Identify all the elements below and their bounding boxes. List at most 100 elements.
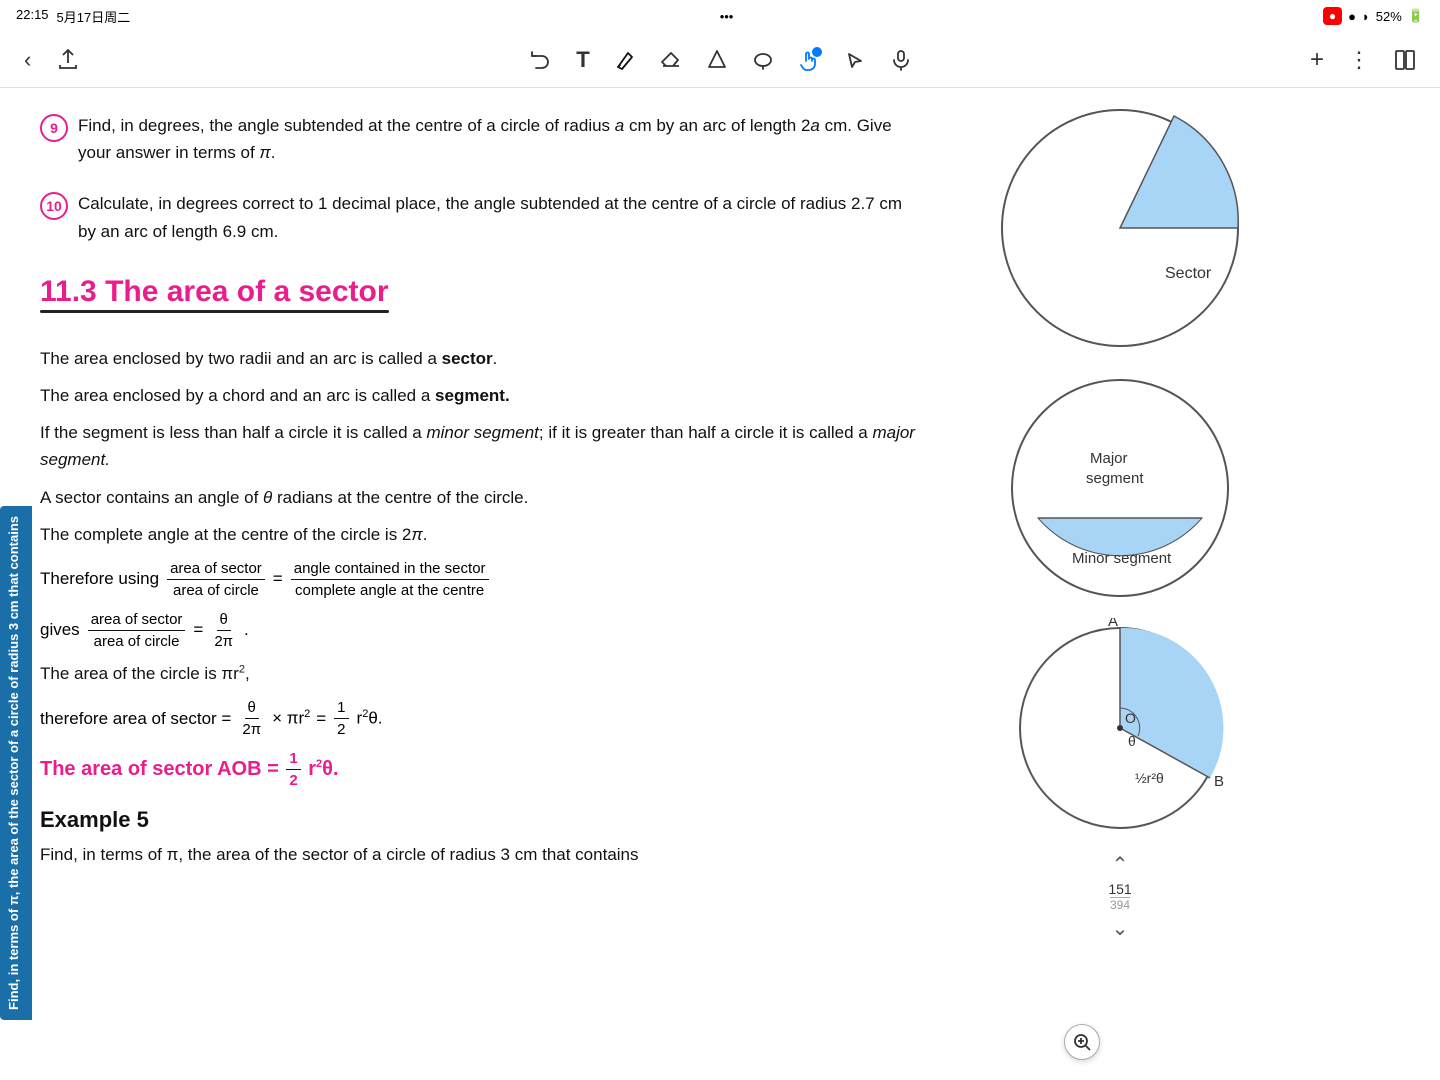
problem-10: 10 Calculate, in degrees correct to 1 de… bbox=[40, 190, 920, 254]
fraction-half: 1 2 bbox=[334, 697, 348, 740]
active-tool-indicator bbox=[812, 47, 822, 57]
frac-num-3: area of sector bbox=[88, 609, 186, 631]
record-indicator: ● bbox=[1323, 7, 1342, 25]
page-down-button[interactable]: ⌄ bbox=[1112, 916, 1129, 941]
d3-formula-label: ½r²θ bbox=[1135, 770, 1164, 786]
eraser-tool-button[interactable] bbox=[656, 45, 686, 75]
diagram-3-wrap: O θ ½r²θ A B bbox=[980, 618, 1260, 838]
section-heading: 11.3 The area of a sector bbox=[40, 275, 389, 309]
right-panel: Sector Major segment Minor segment bbox=[960, 88, 1280, 1080]
diagram-1-svg: Sector bbox=[990, 98, 1250, 358]
d3-b-label: B bbox=[1214, 773, 1224, 790]
diagram-1-wrap: Sector bbox=[990, 98, 1250, 358]
heading-underline bbox=[40, 310, 389, 313]
frac-num-5: θ bbox=[245, 697, 259, 719]
lasso-tool-button[interactable] bbox=[748, 45, 778, 75]
problem-10-text: Calculate, in degrees correct to 1 decim… bbox=[78, 190, 920, 244]
toolbar-right: + ⋮ bbox=[1070, 42, 1420, 78]
fraction-sector-circle-2: area of sector area of circle bbox=[88, 609, 186, 652]
toolbar: ‹ T bbox=[0, 32, 1440, 88]
status-left: 22:15 5月17日周二 bbox=[16, 7, 130, 26]
undo-button[interactable] bbox=[524, 44, 556, 76]
sector-label: Sector bbox=[1165, 265, 1212, 282]
frac-den-3: area of circle bbox=[91, 631, 183, 652]
d3-a-label: A bbox=[1108, 618, 1118, 630]
hand-tool-wrap bbox=[794, 45, 824, 75]
frac-num-2: angle contained in the sector bbox=[291, 558, 489, 580]
problem-9-number: 9 bbox=[40, 114, 68, 142]
body-text-2: The area enclosed by a chord and an arc … bbox=[40, 382, 920, 409]
page-up-button[interactable]: ⌃ bbox=[1112, 852, 1129, 877]
page-nav: ⌃ 151 394 ⌄ bbox=[1108, 852, 1131, 941]
body-text-1: The area enclosed by two radii and an ar… bbox=[40, 345, 920, 372]
share-button[interactable] bbox=[53, 45, 83, 75]
total-pages: 394 bbox=[1110, 898, 1130, 912]
gives-text: gives bbox=[40, 620, 80, 640]
example-5-heading: Example 5 bbox=[40, 807, 920, 833]
formula-frac: 1 2 bbox=[286, 748, 300, 791]
toolbar-left: ‹ bbox=[20, 43, 370, 77]
add-button[interactable]: + bbox=[1306, 42, 1328, 78]
body-text-3: If the segment is less than half a circl… bbox=[40, 419, 920, 473]
fraction-angle-centre: angle contained in the sector complete a… bbox=[291, 558, 489, 601]
side-tab[interactable]: Find, in terms of π, the area of the sec… bbox=[0, 506, 32, 1020]
section-heading-wrap: 11.3 The area of a sector bbox=[40, 269, 920, 325]
math-equation-2: gives area of sector area of circle = θ … bbox=[40, 609, 920, 652]
battery-icon: 🔋 bbox=[1408, 8, 1424, 24]
diagram-3-svg: O θ ½r²θ A B bbox=[980, 618, 1260, 838]
wifi-icon: ● bbox=[1348, 9, 1356, 24]
zoom-button[interactable] bbox=[1064, 1024, 1100, 1060]
frac-den-1: area of circle bbox=[170, 580, 262, 601]
content-wrapper: 9 Find, in degrees, the angle subtended … bbox=[0, 88, 1440, 1080]
d3-o-label: O bbox=[1125, 710, 1136, 726]
text-tool-button[interactable]: T bbox=[572, 43, 593, 77]
status-center: ••• bbox=[720, 9, 734, 24]
example-5-text: Find, in terms of π, the area of the sec… bbox=[40, 841, 920, 868]
problem-10-number: 10 bbox=[40, 192, 68, 220]
frac-den-4: 2π bbox=[211, 631, 236, 652]
status-bar: 22:15 5月17日周二 ••• ● ● ◗ 52% 🔋 bbox=[0, 0, 1440, 32]
diagram-2-wrap: Major segment Minor segment bbox=[990, 368, 1250, 608]
r2theta-text: r2θ. bbox=[357, 708, 383, 729]
frac-den-6: 2 bbox=[334, 719, 348, 740]
body-text-5: The complete angle at the centre of the … bbox=[40, 521, 920, 548]
math-equation-3: therefore area of sector = θ 2π × πr2 = … bbox=[40, 697, 920, 740]
panels-button[interactable] bbox=[1390, 45, 1420, 75]
body-text-circle-area: The area of the circle is πr2, bbox=[40, 660, 920, 687]
math-equation-1: Therefore using area of sector area of c… bbox=[40, 558, 920, 601]
highlighted-formula: The area of sector AOB = 1 2 r2θ. bbox=[40, 748, 920, 791]
problem-9-text: Find, in degrees, the angle subtended at… bbox=[78, 112, 920, 166]
more-button[interactable]: ⋮ bbox=[1344, 43, 1374, 77]
pointer-tool-button[interactable] bbox=[840, 45, 870, 75]
back-button[interactable]: ‹ bbox=[20, 43, 35, 77]
frac-den-5: 2π bbox=[239, 719, 264, 740]
shape-tool-button[interactable] bbox=[702, 45, 732, 75]
page-counter: 151 394 bbox=[1108, 881, 1131, 912]
current-page: 151 bbox=[1108, 881, 1131, 897]
main-content: 9 Find, in degrees, the angle subtended … bbox=[0, 88, 960, 1080]
major-segment-label: Major bbox=[1090, 450, 1128, 467]
toolbar-center: T bbox=[370, 43, 1070, 77]
pen-tool-button[interactable] bbox=[610, 45, 640, 75]
fraction-theta-2pi-2: θ 2π bbox=[239, 697, 264, 740]
therefore-text: Therefore using bbox=[40, 569, 159, 589]
status-time: 22:15 bbox=[16, 7, 49, 26]
minor-segment-label: Minor segment bbox=[1072, 550, 1172, 567]
status-date: 5月17日周二 bbox=[57, 7, 131, 26]
mic-button[interactable] bbox=[886, 45, 916, 75]
therefore-sector-text: therefore area of sector = bbox=[40, 709, 231, 729]
frac-den-2: complete angle at the centre bbox=[292, 580, 487, 601]
battery-text: 52% bbox=[1376, 9, 1402, 24]
body-text-4: A sector contains an angle of θ radians … bbox=[40, 484, 920, 511]
status-right: ● ● ◗ 52% 🔋 bbox=[1323, 7, 1424, 25]
fraction-sector-circle: area of sector area of circle bbox=[167, 558, 265, 601]
frac-num-6: 1 bbox=[334, 697, 348, 719]
diagram-2-svg: Major segment Minor segment bbox=[990, 368, 1250, 608]
fraction-theta-2pi: θ 2π bbox=[211, 609, 236, 652]
frac-num-4: θ bbox=[217, 609, 231, 631]
times-pir2: × πr2 bbox=[272, 708, 310, 729]
d3-theta-label: θ bbox=[1128, 733, 1136, 749]
signal-icon: ◗ bbox=[1362, 9, 1370, 24]
frac-num-1: area of sector bbox=[167, 558, 265, 580]
major-segment-label-2: segment bbox=[1086, 470, 1144, 487]
